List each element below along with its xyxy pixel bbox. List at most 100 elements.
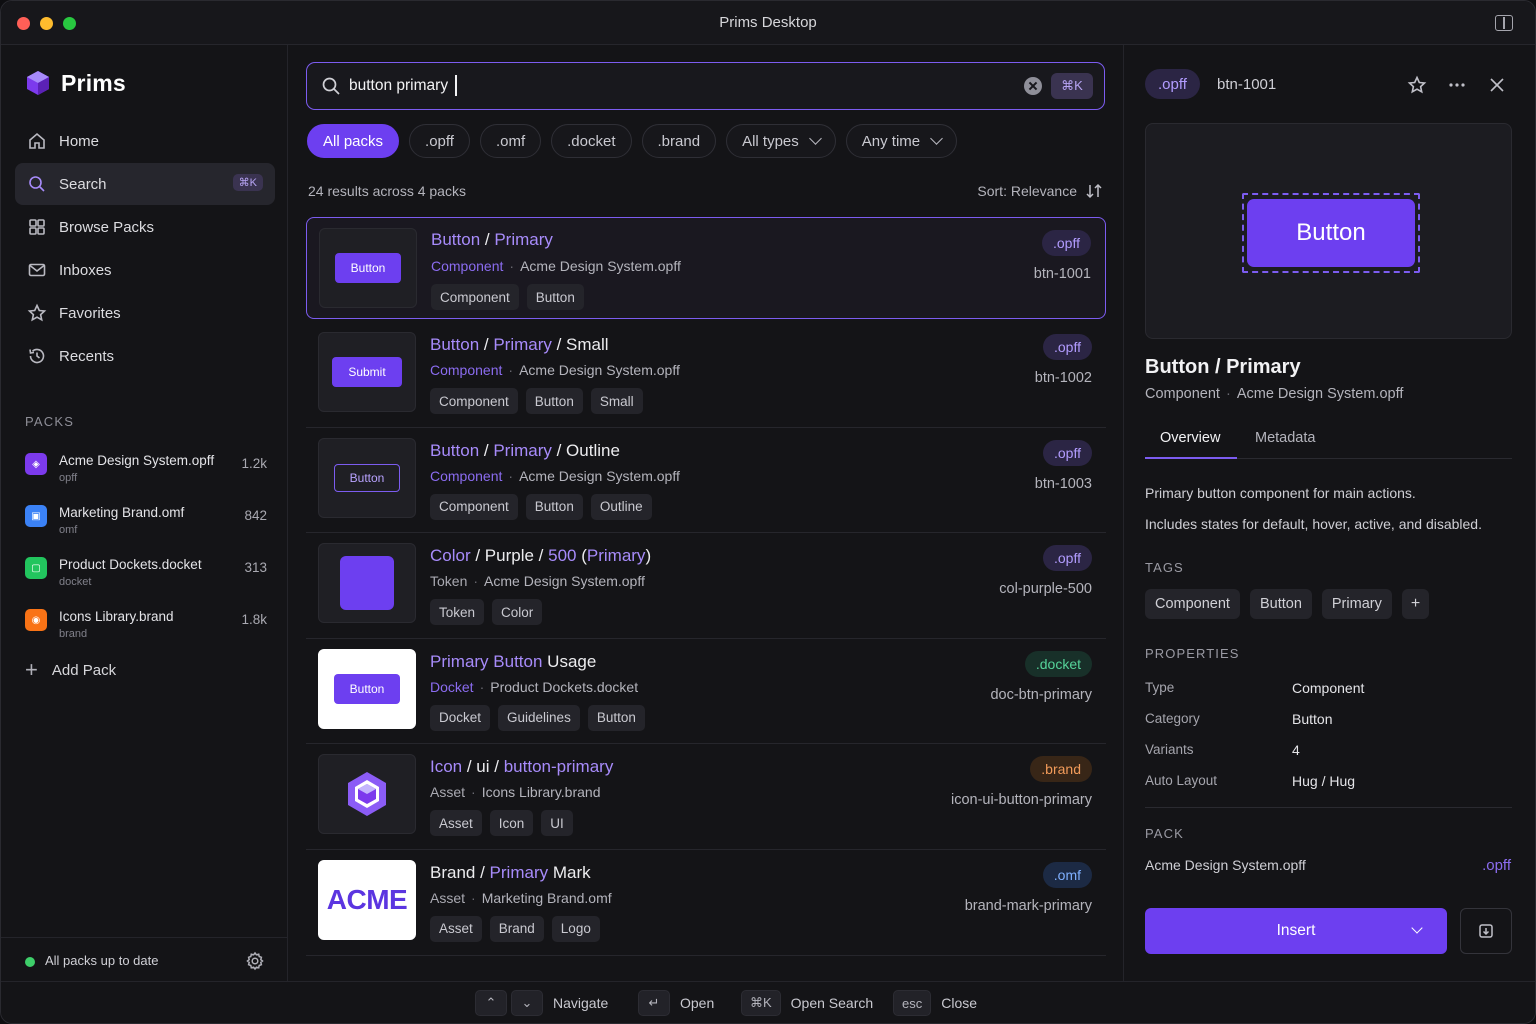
tag-chip[interactable]: Component [431,284,519,310]
result-row[interactable]: Icon / ui / button-primary Asset · Icons Li… [306,744,1106,850]
result-thumbnail [318,754,416,835]
window-title: Prims Desktop [719,14,817,31]
tag-chip[interactable]: Docket [430,704,491,731]
insert-button[interactable]: Insert [1145,908,1447,954]
tab-overview[interactable]: Overview [1160,430,1220,446]
title-match-highlight: Primary [494,230,553,249]
tag-chip[interactable]: Button [587,704,645,731]
tag-chip[interactable]: Button [1249,589,1312,619]
tag-chip[interactable]: Icon [489,810,534,837]
add-pack-button[interactable]: + Add Pack [25,659,116,681]
star-icon[interactable] [1407,75,1427,95]
more-icon[interactable] [1447,75,1467,95]
add-tag-button[interactable]: + [1401,589,1430,619]
pack-item-product-dockets[interactable]: ▢ Product Dockets.docket docket 313 [25,547,267,599]
component-preview: Button [1145,123,1512,339]
result-row[interactable]: Submit Button / Primary / Small Component ·… [306,322,1106,428]
filter-chip-docket[interactable]: .docket [551,124,632,158]
result-row[interactable]: Color / Purple / 500 (Primary) Token · Acme… [306,533,1106,639]
sidebar-footer: All packs up to date [1,937,287,981]
close-icon[interactable] [1487,75,1507,95]
active-tab-indicator [1145,457,1237,459]
sort-control[interactable]: Sort: Relevance [977,182,1103,200]
filter-chip-omf[interactable]: .omf [479,124,542,158]
filter-chip-opff[interactable]: .opff [409,124,470,158]
title-segment: / [480,230,495,249]
tag-chip[interactable]: Small [590,388,643,414]
chevron-down-icon[interactable] [1411,922,1423,934]
property-row: Category Button [1145,702,1512,733]
clear-search-icon[interactable] [1024,77,1042,95]
pack-count: 313 [244,560,267,575]
title-segment: ) [645,546,652,566]
insert-options-button[interactable] [1460,908,1512,954]
tag-chip[interactable]: Button [525,493,583,520]
time-filter-select[interactable]: Any time [845,124,958,158]
tag-chip[interactable]: Color [492,599,543,626]
tag-chip[interactable]: Guidelines [498,704,580,731]
sidebar-item-recents[interactable]: Recents [15,335,275,377]
sidebar-item-label: Search [59,175,107,193]
sidebar-item-favorites[interactable]: Favorites [15,292,275,334]
tag-chip[interactable]: Asset [430,810,482,837]
tag-chip[interactable]: Button [525,388,583,414]
title-match-highlight: Primary Button [430,651,543,671]
thumbnail-button-preview: Button [333,673,401,704]
tab-metadata[interactable]: Metadata [1255,430,1315,446]
detail-actions [1407,75,1507,95]
sidebar-item-browse-packs[interactable]: Browse Packs [15,206,275,248]
pack-item-icons-library[interactable]: ◉ Icons Library.brand brand 1.8k [25,599,267,651]
result-subtitle: Token · Acme Design System.opff [430,573,645,589]
title-match-highlight: Primary [586,546,646,566]
type-filter-select[interactable]: All types [726,124,836,158]
result-row[interactable]: ACME Brand / Primary Mark Asset · Marketing … [306,850,1106,956]
pack-name: Product Dockets.docket [59,557,202,572]
tag-chip[interactable]: Button [526,284,584,310]
result-tags: Component Button Small [430,388,643,414]
sidebar-item-search[interactable]: Search ⌘K [15,163,275,205]
search-bar[interactable]: ⌘K [306,62,1105,110]
tag-chip[interactable]: UI [541,810,573,837]
pack-opff-icon: ◈ [25,453,47,475]
cube-icon [348,772,386,817]
open-search-label: Open Search [790,995,874,1011]
result-row[interactable]: Button Button / Primary / Outline Componen… [306,428,1106,534]
detail-title: Button / Primary [1145,356,1301,378]
star-icon [27,303,47,322]
tag-chip[interactable]: Logo [551,915,600,942]
acme-logo: ACME [326,883,408,915]
panel-toggle-icon[interactable] [1495,15,1513,31]
preview-button: Button [1247,199,1415,267]
sidebar-item-inboxes[interactable]: Inboxes [15,249,275,291]
result-kind: Asset [430,784,466,801]
pack-type-badge: .omf [1042,861,1092,888]
separator-dot: · [473,573,479,590]
tag-chip[interactable]: Primary [1321,589,1392,619]
result-row[interactable]: Button Primary Button Usage Docket · Product… [306,639,1106,745]
filter-chip-all-packs[interactable]: All packs [307,124,400,158]
pack-name: Icons Library.brand [59,609,174,624]
pack-item-marketing[interactable]: ▣ Marketing Brand.omf omf 842 [25,495,267,547]
tag-chip[interactable]: Asset [430,915,482,942]
tag-chip[interactable]: Outline [590,493,652,520]
separator-dot: · [508,467,514,484]
result-title: Primary Button Usage [430,652,596,672]
detail-tags: Component Button Primary + [1145,589,1430,619]
tag-chip[interactable]: Token [430,599,485,626]
pack-type-badge: .docket [1024,650,1092,677]
shortcut-badge: ⌘K [232,174,263,191]
tag-chip[interactable]: Component [430,388,518,414]
tag-chip[interactable]: Component [430,493,518,520]
sidebar-item-home[interactable]: Home [15,120,275,162]
gear-icon[interactable] [245,951,265,971]
search-input[interactable] [349,63,969,108]
pack-item-acme[interactable]: ◈ Acme Design System.opff opff 1.2k [25,443,267,495]
tag-chip[interactable]: Component [1145,589,1240,619]
sidebar-item-label: Inboxes [59,261,112,279]
result-kind: Token [430,573,468,590]
result-subtitle: Component · Acme Design System.opff [430,362,680,378]
pack-row[interactable]: Acme Design System.opff .opff [1145,857,1511,874]
filter-chip-brand[interactable]: .brand [641,124,717,158]
tag-chip[interactable]: Brand [489,915,544,942]
result-row[interactable]: Button Button / Primary Component · Acme Des… [306,217,1106,319]
